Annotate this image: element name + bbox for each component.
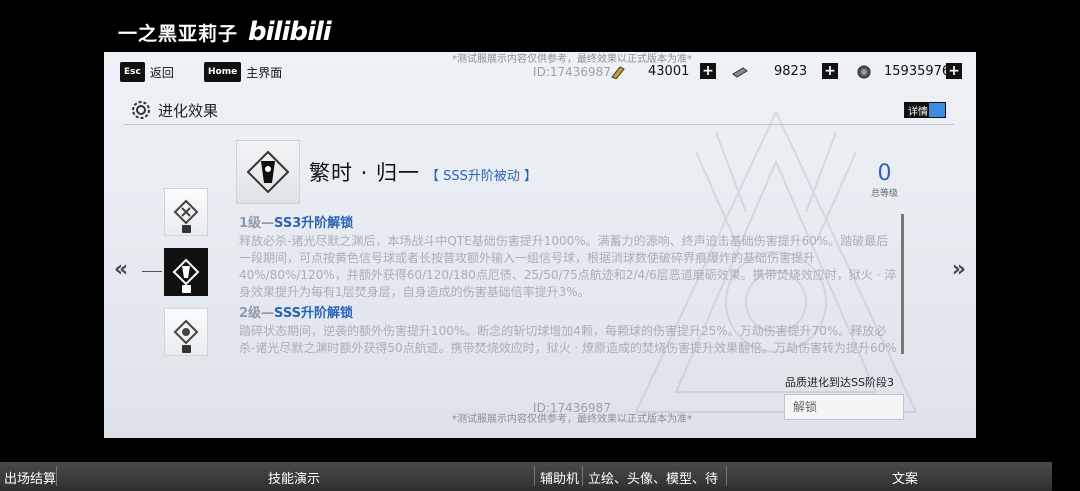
currency-ticket-value: 9823 xyxy=(774,64,808,79)
skill-description[interactable]: 1级—SS3升阶解锁 释放必杀-诸光尽默之渊后，本场战斗中QTE基础伤害提升10… xyxy=(239,212,899,354)
detail-toggle-label: 详情 xyxy=(908,106,928,118)
test-server-notice-bottom: ID:17436987 *测试服展示内容仅供参考，最终效果以正式版本为准* xyxy=(442,402,702,426)
toggle-switch xyxy=(929,103,945,117)
chapter-item[interactable]: 立绘、头像、模型、待 xyxy=(588,468,718,487)
chapter-separator xyxy=(56,466,57,486)
total-level-label: 总等级 xyxy=(870,189,898,199)
slot-connector xyxy=(142,271,162,272)
notice-text-bottom: *测试服展示内容仅供参考，最终效果以正式版本为准* xyxy=(452,414,692,425)
emblem-icon xyxy=(172,258,200,286)
skill-emblem-icon xyxy=(246,150,290,194)
section-title: 进化效果 xyxy=(158,101,219,120)
gear-icon xyxy=(132,101,150,119)
add-coin-button[interactable]: + xyxy=(946,63,962,79)
back-button[interactable]: Esc 返回 xyxy=(120,62,174,82)
lock-icon xyxy=(182,285,191,293)
tier-2-text: 踏碎状态期间，逆袭的额外伤害提升100%。断念的斩切球增加4颗，每颗球的伤害提升… xyxy=(239,324,897,354)
tier-1-heading: 1级—SS3升阶解锁 xyxy=(239,216,354,231)
currency-gold-value: 43001 xyxy=(648,64,690,79)
header-divider xyxy=(124,124,954,125)
total-level: 0 总等级 xyxy=(870,161,898,200)
skill-icon xyxy=(236,140,300,204)
add-gold-button[interactable]: + xyxy=(700,63,716,79)
chapter-separator xyxy=(534,466,535,486)
skill-title: 繁时 · 归一 【 SSS升阶被动 】 xyxy=(309,157,537,187)
total-level-value: 0 xyxy=(877,161,892,186)
chapter-item[interactable]: 出场结算 xyxy=(4,468,56,487)
game-screen: Esc 返回 Home 主界面 *测试服展示内容仅供参考，最终效果以正式版本为准… xyxy=(104,52,976,438)
site-logo: bilibili xyxy=(248,17,332,47)
uploader-name: 一之黑亚莉子 xyxy=(118,22,239,45)
currency-coin: 15935976 xyxy=(856,64,950,79)
currency-ticket: 9823 xyxy=(732,64,807,79)
emblem-icon xyxy=(173,319,199,345)
skill-tag: 【 SSS升阶被动 】 xyxy=(426,169,538,184)
home-label: 主界面 xyxy=(246,65,283,80)
prev-arrow-icon[interactable]: « xyxy=(114,257,128,282)
lock-icon xyxy=(182,345,191,353)
top-bar: Esc 返回 Home 主界面 *测试服展示内容仅供参考，最终效果以正式版本为准… xyxy=(104,52,976,92)
back-label: 返回 xyxy=(149,65,174,80)
description-scrollbar[interactable] xyxy=(901,214,904,354)
unlock-button[interactable]: 解锁 xyxy=(784,394,904,420)
tier-1-text: 释放必杀-诸光尽默之渊后，本场战斗中QTE基础伤害提升1000%。满蓄力的源响、… xyxy=(239,234,897,299)
evolution-slot-1[interactable] xyxy=(164,188,208,236)
esc-keycap: Esc xyxy=(120,62,145,82)
add-ticket-button[interactable]: + xyxy=(822,63,838,79)
chapter-separator xyxy=(726,466,727,486)
chapter-separator xyxy=(582,466,583,486)
chapter-item[interactable]: 技能演示 xyxy=(268,468,320,487)
detail-toggle[interactable]: 详情 xyxy=(904,102,946,118)
chapter-bar: 出场结算 技能演示 辅助机 立绘、头像、模型、待 文案 xyxy=(0,462,1052,491)
chapter-item[interactable]: 辅助机 xyxy=(540,468,579,487)
lock-icon xyxy=(182,225,191,233)
emblem-icon xyxy=(173,199,199,225)
section-header: 进化效果 xyxy=(130,99,218,121)
currency-coin-value: 15935976 xyxy=(884,64,951,79)
user-id-bottom: ID:17436987 xyxy=(533,401,611,415)
evolution-slot-3[interactable] xyxy=(164,308,208,356)
home-button[interactable]: Home 主界面 xyxy=(204,62,282,82)
next-arrow-icon[interactable]: » xyxy=(952,257,966,282)
home-keycap: Home xyxy=(204,62,242,82)
unlock-requirement: 品质进化到达SS阶段3 xyxy=(785,376,894,389)
tier-2-heading: 2级—SSS升阶解锁 xyxy=(239,306,353,321)
currency-gold: 43001 xyxy=(610,64,689,79)
ticket-icon xyxy=(732,66,748,78)
evolution-slot-2[interactable] xyxy=(164,248,208,296)
skill-name: 繁时 · 归一 xyxy=(309,161,421,185)
watermark-brand: 一之黑亚莉子 bilibili xyxy=(118,16,332,48)
chapter-item[interactable]: 文案 xyxy=(892,468,918,487)
gold-bar-icon xyxy=(611,65,625,79)
coin-icon xyxy=(857,65,871,78)
